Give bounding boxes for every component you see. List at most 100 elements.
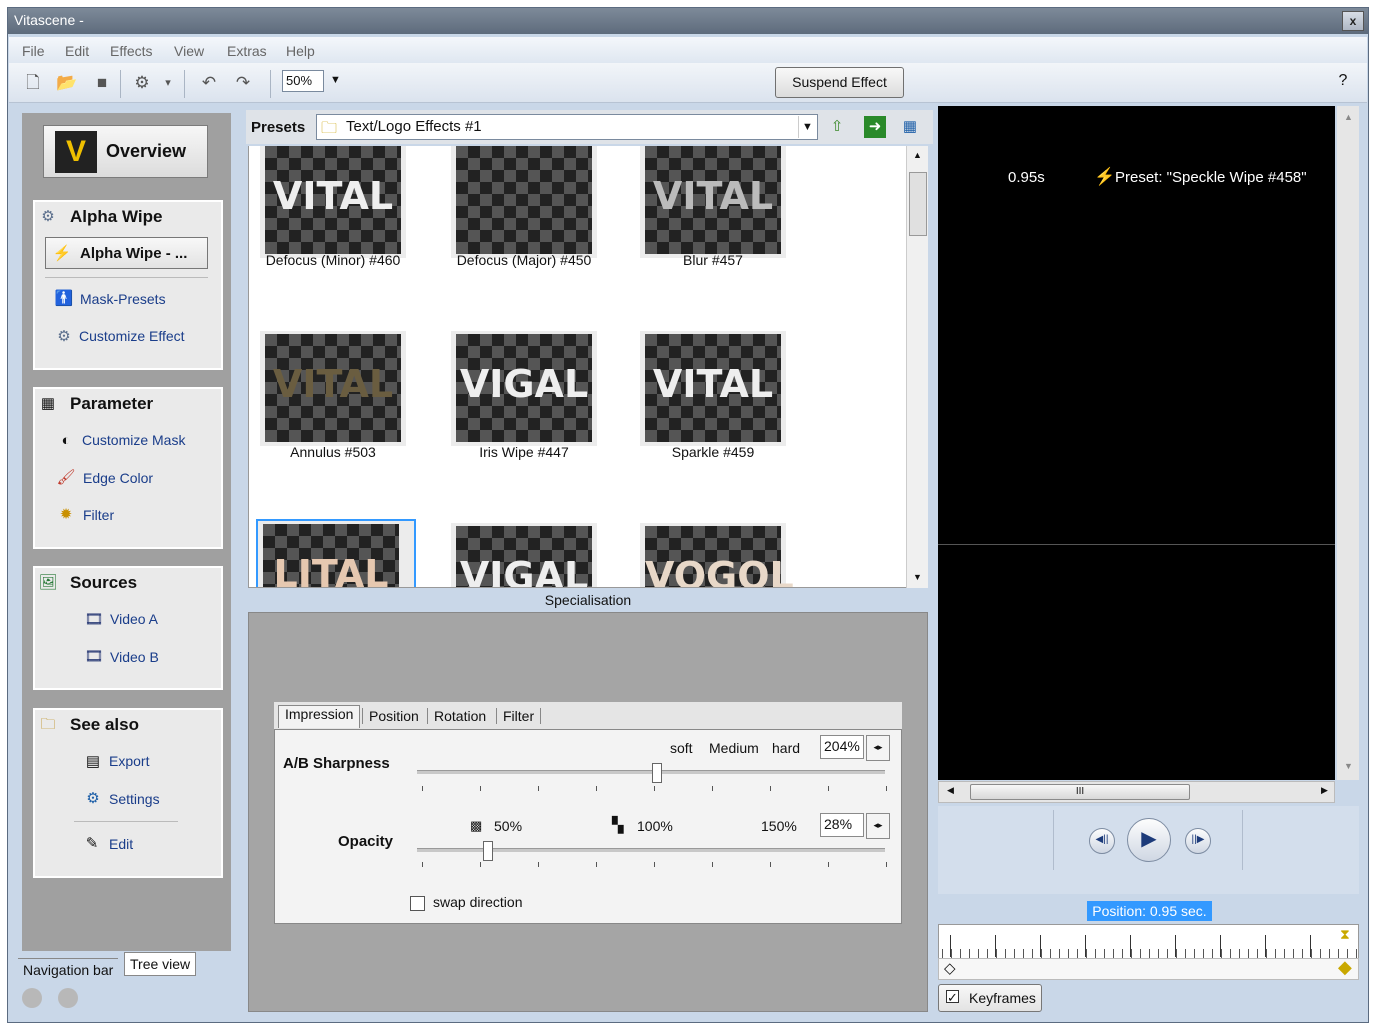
preset-thumb-selected[interactable]: LITAL — [256, 519, 416, 587]
tab-filter[interactable]: Filter — [496, 708, 542, 724]
opacity-spinner[interactable]: ◂▸ — [866, 813, 890, 839]
import-icon[interactable]: ⇧ — [826, 116, 848, 138]
undo-icon[interactable]: ↶ — [198, 72, 220, 94]
menu-file[interactable]: File — [22, 43, 45, 59]
presets-scrollbar[interactable]: ▲ ▼ — [906, 146, 928, 588]
stop-icon[interactable]: ■ — [91, 72, 113, 94]
suspend-effect-button[interactable]: Suspend Effect — [775, 67, 904, 98]
status-dot — [22, 988, 42, 1008]
nav-customize-mask[interactable]: Customize Mask — [82, 432, 185, 448]
tab-position[interactable]: Position — [362, 708, 425, 724]
status-dot — [58, 988, 78, 1008]
grid-view-icon[interactable]: ▦ — [899, 116, 921, 138]
preset-thumb[interactable]: VIGAL — [451, 523, 597, 587]
tab-tree-view[interactable]: Tree view — [124, 952, 197, 976]
render-dropdown-icon[interactable]: ▾ — [157, 72, 179, 94]
step-forward-button[interactable]: ||▶ — [1185, 828, 1211, 854]
preset-thumb[interactable]: VITAL — [260, 331, 406, 446]
keyframe-end-icon[interactable]: ◆ — [1338, 957, 1352, 978]
tab-navigation-bar[interactable]: Navigation bar — [18, 958, 119, 981]
presets-combo-value: Text/Logo Effects #1 — [346, 118, 482, 135]
swap-direction-checkbox[interactable] — [410, 896, 425, 911]
nav-video-a[interactable]: Video A — [110, 611, 158, 627]
nav-video-b[interactable]: Video B — [110, 649, 159, 665]
sharpness-label: A/B Sharpness — [283, 755, 390, 772]
scroll-thumb[interactable] — [909, 172, 927, 236]
keyframe-track[interactable] — [938, 958, 1359, 980]
nav-mask-presets[interactable]: Mask-Presets — [80, 291, 166, 307]
nav-tabs: Navigation bar Tree view — [18, 952, 240, 978]
sharpness-spinner[interactable]: ◂▸ — [866, 735, 890, 761]
menu-extras[interactable]: Extras — [227, 43, 267, 59]
scroll-left-icon[interactable]: ◀ — [947, 785, 954, 796]
preset-thumb[interactable]: VOGOL — [640, 523, 794, 587]
tab-rotation[interactable]: Rotation — [427, 708, 492, 724]
scroll-down-icon[interactable]: ▼ — [1344, 761, 1353, 771]
preset-thumb[interactable]: VIGAL — [451, 331, 597, 446]
window-title: Vitascene - — [14, 12, 84, 28]
render-icon[interactable]: ⚙ — [131, 72, 153, 94]
presets-label: Presets — [251, 119, 306, 136]
step-back-button[interactable]: ◀|| — [1089, 828, 1115, 854]
chevron-down-icon[interactable]: ▼ — [798, 116, 816, 138]
preset-preview: VITAL — [265, 334, 401, 442]
nav-settings[interactable]: Settings — [109, 791, 160, 807]
opacity-ticks — [422, 862, 890, 867]
scroll-up-icon[interactable]: ▲ — [1344, 112, 1353, 122]
play-button[interactable]: ▶ — [1127, 818, 1171, 862]
scroll-down-icon[interactable]: ▼ — [913, 572, 922, 582]
opacity-slider-handle[interactable] — [483, 841, 494, 861]
preview-viewport[interactable] — [938, 106, 1335, 780]
nav-export[interactable]: Export — [109, 753, 149, 769]
nav-filter[interactable]: Filter — [83, 507, 114, 523]
preview-divider — [938, 544, 1335, 545]
menu-help[interactable]: Help — [286, 43, 315, 59]
preset-thumb[interactable]: VITAL — [640, 331, 786, 446]
nav-edge-color[interactable]: Edge Color — [83, 470, 153, 486]
preset-thumb[interactable]: VITAL — [640, 146, 786, 258]
zoom-select[interactable]: 50% — [282, 70, 324, 92]
zoom-dropdown-icon[interactable]: ▼ — [330, 74, 341, 86]
preset-preview: VITAL — [265, 146, 401, 254]
new-file-icon[interactable]: 🗋 — [22, 72, 44, 94]
menu-edit[interactable]: Edit — [65, 43, 89, 59]
gear-icon: ⚙ — [57, 328, 71, 345]
hscroll-thumb[interactable]: III — [970, 784, 1190, 800]
menu-effects[interactable]: Effects — [110, 43, 153, 59]
scroll-right-icon[interactable]: ▶ — [1321, 785, 1328, 796]
help-icon[interactable]: ? — [1332, 72, 1354, 94]
preset-preview: VIGAL — [456, 334, 592, 442]
close-button[interactable]: x — [1342, 11, 1364, 31]
preset-thumb[interactable]: VITAL — [260, 146, 406, 258]
export-icon[interactable]: ➜ — [864, 116, 886, 138]
swap-direction-label: swap direction — [433, 894, 523, 910]
menu-view[interactable]: View — [174, 43, 204, 59]
open-folder-icon[interactable]: 📂 — [56, 72, 78, 94]
table-icon: ▦ — [40, 395, 56, 412]
film-icon: 🎞 — [84, 611, 104, 628]
sharpness-value-input[interactable]: 204% — [820, 735, 864, 759]
nav-customize-effect[interactable]: Customize Effect — [79, 328, 185, 344]
see-also-heading: See also — [70, 715, 139, 734]
preview-vscroll[interactable]: ▲ ▼ — [1337, 106, 1359, 780]
preset-thumb[interactable] — [451, 146, 597, 258]
keyframes-checkbox[interactable]: ✓ — [946, 990, 959, 1004]
keyframe-start-icon[interactable]: ◇ — [944, 959, 956, 977]
mask-icon: ◐ — [61, 432, 71, 449]
redo-icon[interactable]: ↷ — [232, 72, 254, 94]
vitascene-logo: V — [55, 131, 97, 173]
checker-small-icon: ▩ — [470, 818, 483, 833]
menu-bar: File Edit Effects View Extras Help — [9, 37, 1367, 63]
tab-impression[interactable]: Impression — [278, 705, 361, 728]
scroll-up-icon[interactable]: ▲ — [913, 150, 922, 160]
opacity-value-input[interactable]: 28% — [820, 813, 864, 837]
film-icon: 🎞 — [84, 648, 104, 665]
preview-preset-text: Preset: "Speckle Wipe #458" — [1115, 169, 1307, 186]
sharpness-slider-handle[interactable] — [651, 763, 662, 783]
preset-preview: VITAL — [645, 146, 781, 254]
playhead-icon[interactable]: ⧗ — [1340, 926, 1350, 943]
alpha-wipe-current-label: Alpha Wipe - ... — [80, 245, 188, 262]
nav-edit[interactable]: Edit — [109, 836, 133, 852]
sharpness-soft-label: soft — [670, 740, 693, 756]
position-indicator: Position: 0.95 sec. — [1087, 901, 1212, 921]
